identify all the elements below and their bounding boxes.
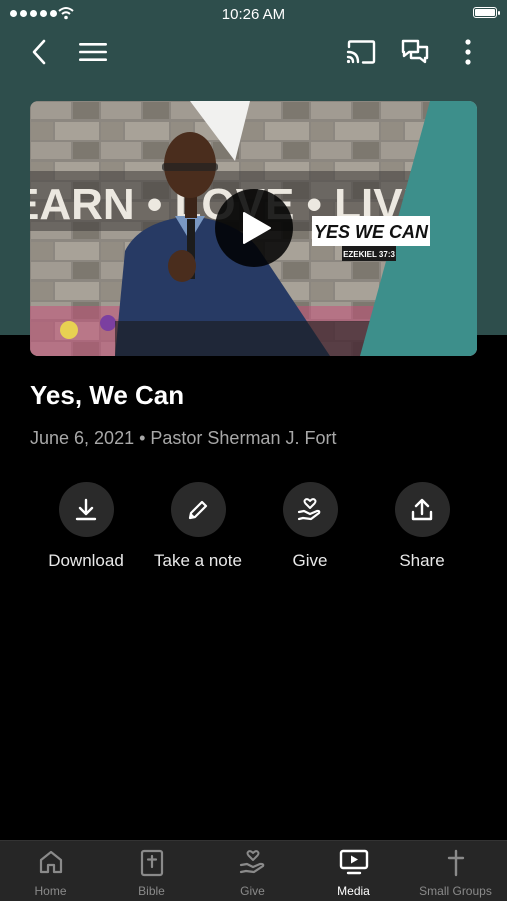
bible-icon <box>140 849 163 877</box>
media-icon <box>339 849 368 875</box>
cast-button[interactable] <box>343 36 379 68</box>
hamburger-menu-icon <box>79 43 107 61</box>
svg-text:EZEKIEL 37:3: EZEKIEL 37:3 <box>343 250 395 259</box>
give-button[interactable] <box>282 482 338 537</box>
play-button[interactable] <box>215 189 293 267</box>
tab-small-groups[interactable]: Small Groups <box>404 841 507 901</box>
cross-icon <box>447 849 464 877</box>
status-time: 10:26 AM <box>221 6 286 23</box>
tab-bible-label: Bible <box>138 884 165 898</box>
play-icon <box>243 212 271 244</box>
tab-home-label: Home <box>34 884 67 898</box>
more-vertical-icon <box>465 39 471 65</box>
share-icon <box>411 498 433 520</box>
chevron-left-icon <box>32 39 46 65</box>
chat-bubbles-icon <box>401 39 429 64</box>
take-note-label: Take a note <box>154 551 242 570</box>
tab-small-groups-label: Small Groups <box>419 884 492 898</box>
give-label: Give <box>292 551 328 570</box>
more-options-button[interactable] <box>458 36 478 68</box>
back-button[interactable] <box>24 36 54 68</box>
tab-give-label: Give <box>240 884 265 898</box>
download-action[interactable]: Download <box>31 482 141 571</box>
take-note-action[interactable]: Take a note <box>143 482 253 571</box>
battery-icon <box>473 7 500 18</box>
svg-text:YES WE CAN: YES WE CAN <box>314 222 429 242</box>
share-label: Share <box>399 551 445 570</box>
tab-media-label: Media <box>337 884 370 898</box>
sermon-meta: June 6, 2021 • Pastor Sherman J. Fort <box>30 428 337 448</box>
pencil-icon <box>188 500 208 519</box>
download-button[interactable] <box>58 482 114 537</box>
menu-button[interactable] <box>76 38 110 66</box>
take-note-button[interactable] <box>170 482 226 537</box>
download-label: Download <box>48 551 124 570</box>
tab-bible[interactable]: Bible <box>101 841 202 901</box>
home-icon <box>39 850 62 874</box>
share-action[interactable]: Share <box>367 482 477 571</box>
give-action[interactable]: Give <box>255 482 365 571</box>
tab-media[interactable]: Media <box>303 841 404 901</box>
cast-icon <box>346 40 376 64</box>
bottom-tab-bar: Home Bible Give Media Small Groups <box>0 840 507 901</box>
hand-heart-icon <box>297 497 321 520</box>
chat-button[interactable] <box>398 36 432 68</box>
sermon-title: Yes, We Can <box>30 380 185 410</box>
tab-give[interactable]: Give <box>202 841 303 901</box>
status-bar: 10:26 AM <box>0 0 507 28</box>
download-icon <box>75 498 97 520</box>
share-button[interactable] <box>394 482 450 537</box>
tab-home[interactable]: Home <box>0 841 101 901</box>
give-icon <box>239 850 264 874</box>
